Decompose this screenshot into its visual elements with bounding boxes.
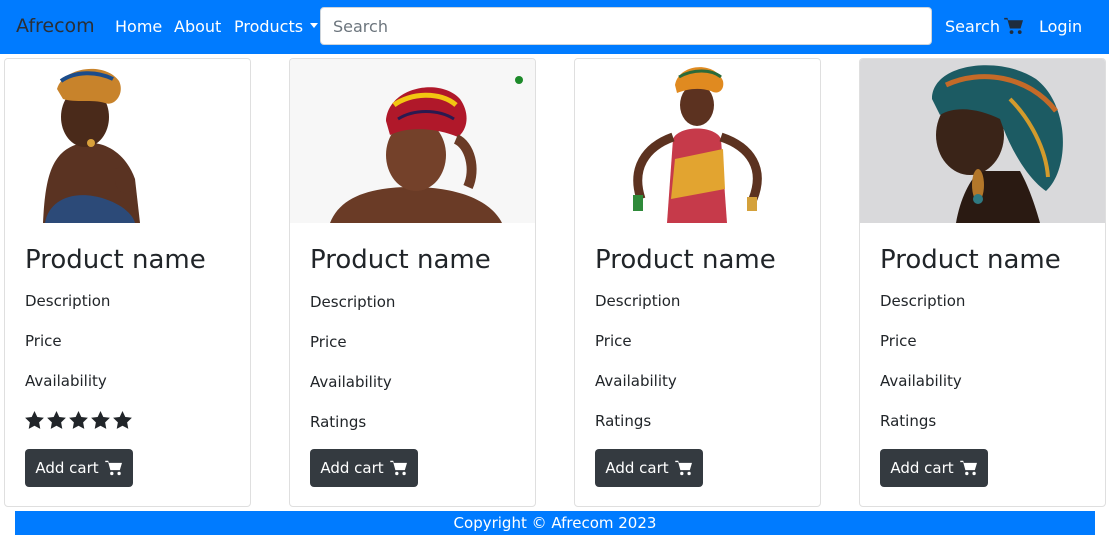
search-button[interactable]: Search <box>945 17 1000 36</box>
add-cart-button[interactable]: Add cart <box>310 449 418 487</box>
add-cart-button[interactable]: Add cart <box>25 449 133 487</box>
product-ratings: Ratings <box>310 413 367 431</box>
cart-icon <box>959 460 977 476</box>
product-card: Product name Description Price Availabil… <box>859 58 1106 507</box>
copyright-text: Copyright © Afrecom 2023 <box>453 514 657 532</box>
cart-icon <box>674 460 692 476</box>
nav-products-label: Products <box>234 17 304 36</box>
product-description: Description <box>310 293 396 311</box>
product-title: Product name <box>310 245 491 275</box>
add-cart-button[interactable]: Add cart <box>595 449 703 487</box>
brand-logo[interactable]: Afrecom <box>16 15 95 37</box>
product-title: Product name <box>880 245 1061 275</box>
product-image[interactable] <box>860 59 1105 223</box>
product-card: Product name Description Price Availabil… <box>4 58 251 507</box>
product-image[interactable] <box>575 59 820 223</box>
product-ratings: Ratings <box>595 412 652 430</box>
product-price: Price <box>25 332 62 350</box>
product-price: Price <box>310 333 347 351</box>
product-availability: Availability <box>880 372 962 390</box>
product-availability: Availability <box>25 372 107 390</box>
rating-stars <box>25 411 132 429</box>
add-cart-label: Add cart <box>320 459 384 477</box>
navbar: Afrecom Home About Products Search Login <box>0 0 1109 54</box>
star-icon <box>47 411 66 429</box>
add-cart-label: Add cart <box>605 459 669 477</box>
add-cart-label: Add cart <box>890 459 954 477</box>
product-availability: Availability <box>595 372 677 390</box>
add-cart-button[interactable]: Add cart <box>880 449 988 487</box>
product-title: Product name <box>595 245 776 275</box>
product-description: Description <box>880 292 966 310</box>
footer: Copyright © Afrecom 2023 <box>15 511 1095 535</box>
product-availability: Availability <box>310 373 392 391</box>
star-icon <box>113 411 132 429</box>
nav-products-dropdown[interactable]: Products <box>234 17 319 36</box>
nav-home-link[interactable]: Home <box>115 17 162 36</box>
product-card: Product name Description Price Availabil… <box>289 58 536 507</box>
cart-icon <box>104 460 122 476</box>
product-price: Price <box>595 332 632 350</box>
search-input[interactable] <box>320 7 932 45</box>
caret-down-icon <box>310 23 319 28</box>
product-image[interactable] <box>290 59 535 223</box>
cart-icon <box>389 460 407 476</box>
star-icon <box>69 411 88 429</box>
product-image[interactable] <box>5 59 250 223</box>
nav-about-link[interactable]: About <box>174 17 221 36</box>
product-description: Description <box>25 292 111 310</box>
cart-icon[interactable] <box>1004 17 1024 35</box>
login-link[interactable]: Login <box>1039 17 1082 36</box>
product-card: Product name Description Price Availabil… <box>574 58 821 507</box>
add-cart-label: Add cart <box>35 459 99 477</box>
star-icon <box>91 411 110 429</box>
product-title: Product name <box>25 245 206 275</box>
product-ratings: Ratings <box>880 412 937 430</box>
product-description: Description <box>595 292 681 310</box>
star-icon <box>25 411 44 429</box>
product-price: Price <box>880 332 917 350</box>
